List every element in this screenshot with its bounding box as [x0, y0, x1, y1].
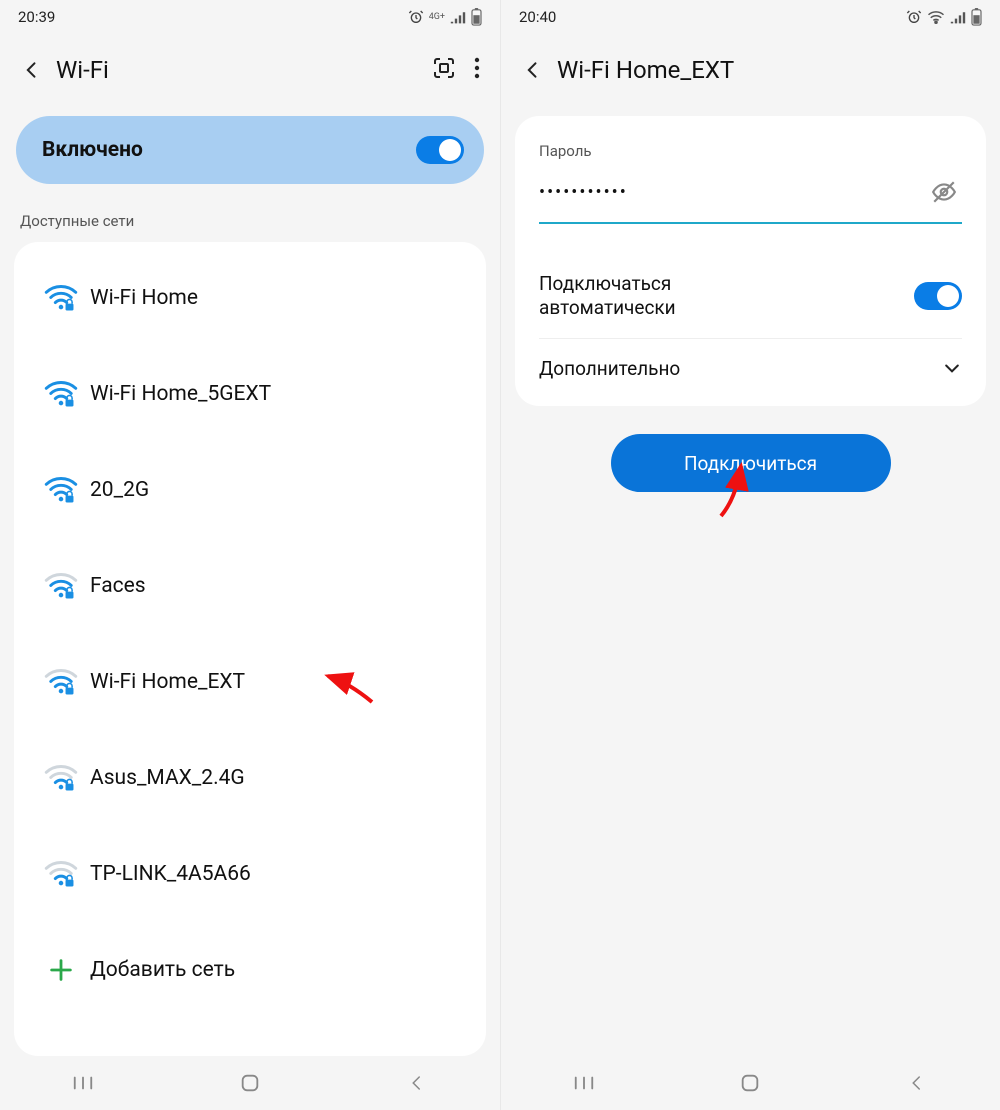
- status-time: 20:40: [519, 8, 556, 26]
- signal-icon: [450, 10, 466, 24]
- network-row[interactable]: Wi-Fi Home: [14, 250, 486, 346]
- screenshot-left: 20:39 4G+ Wi-Fi Включено Дост: [0, 0, 500, 1110]
- network-name: Wi-Fi Home: [90, 286, 468, 310]
- wifi-toggle[interactable]: [416, 136, 464, 164]
- more-options-button[interactable]: [474, 57, 480, 83]
- network-row[interactable]: TP-LINK_4A5A66: [14, 826, 486, 922]
- back-button[interactable]: [515, 52, 551, 88]
- page-title: Wi-Fi Home_EXT: [557, 56, 986, 84]
- networks-card: Wi-Fi Home Wi-Fi Home_5GEXT 20_2G Faces: [14, 242, 486, 1056]
- eye-off-icon: [931, 179, 957, 205]
- status-icons: [906, 8, 982, 26]
- network-name: TP-LINK_4A5A66: [90, 862, 468, 886]
- network-row[interactable]: Wi-Fi Home_5GEXT: [14, 346, 486, 442]
- advanced-row[interactable]: Дополнительно: [539, 339, 962, 399]
- status-bar: 20:40: [501, 0, 1000, 34]
- plus-icon: [32, 956, 90, 984]
- wifi-enabled-toggle-row[interactable]: Включено: [16, 116, 484, 184]
- wifi-icon: [32, 572, 90, 600]
- battery-icon: [471, 8, 482, 26]
- battery-icon: [971, 8, 982, 26]
- network-row[interactable]: Asus_MAX_2.4G: [14, 730, 486, 826]
- wifi-icon: [32, 668, 90, 696]
- chevron-left-icon: [22, 60, 42, 80]
- auto-connect-row[interactable]: Подключаться автоматически: [539, 254, 962, 338]
- status-bar: 20:39 4G+: [0, 0, 500, 34]
- connect-card: Пароль ••••••••••• Подключаться автомати…: [515, 116, 986, 406]
- status-icons: 4G+: [408, 8, 482, 26]
- network-row[interactable]: Faces: [14, 538, 486, 634]
- header: Wi-Fi Home_EXT: [501, 34, 1000, 106]
- wifi-icon: [32, 860, 90, 888]
- signal-icon: [950, 10, 966, 24]
- screenshot-right: 20:40 Wi-Fi Home_EXT Пароль ••••••••••• …: [500, 0, 1000, 1110]
- qr-icon: [432, 56, 456, 80]
- advanced-label: Дополнительно: [539, 357, 680, 381]
- nav-recents[interactable]: [43, 1074, 123, 1092]
- network-name: Wi-Fi Home_EXT: [90, 670, 468, 694]
- connect-button[interactable]: Подключиться: [611, 434, 891, 492]
- page-title: Wi-Fi: [56, 56, 432, 84]
- android-navbar: [0, 1056, 500, 1110]
- chevron-down-icon: [942, 358, 962, 378]
- qr-scan-button[interactable]: [432, 56, 456, 84]
- network-name: Asus_MAX_2.4G: [90, 766, 468, 790]
- password-field[interactable]: •••••••••••: [539, 160, 962, 224]
- network-name: 20_2G: [90, 478, 468, 502]
- back-button[interactable]: [14, 52, 50, 88]
- wifi-icon: [32, 764, 90, 792]
- nav-back[interactable]: [877, 1074, 957, 1092]
- alarm-icon: [906, 9, 922, 25]
- network-row[interactable]: 20_2G: [14, 442, 486, 538]
- add-network-label: Добавить сеть: [90, 958, 468, 982]
- network-row[interactable]: Wi-Fi Home_EXT: [14, 634, 486, 730]
- add-network-row[interactable]: Добавить сеть: [14, 922, 486, 1018]
- nav-home[interactable]: [210, 1072, 290, 1094]
- password-label: Пароль: [539, 142, 962, 160]
- wifi-icon: [32, 476, 90, 504]
- password-value: •••••••••••: [539, 182, 926, 203]
- header: Wi-Fi: [0, 34, 500, 106]
- network-name: Faces: [90, 574, 468, 598]
- nav-recents[interactable]: [544, 1074, 624, 1092]
- wifi-icon: [32, 380, 90, 408]
- available-networks-label: Доступные сети: [0, 184, 500, 242]
- status-time: 20:39: [18, 8, 55, 26]
- wifi-status-icon: [927, 10, 945, 24]
- toggle-password-visibility[interactable]: [926, 174, 962, 210]
- android-navbar: [501, 1056, 1000, 1110]
- network-type-label: 4G+: [429, 13, 445, 22]
- wifi-icon: [32, 284, 90, 312]
- auto-connect-toggle[interactable]: [914, 282, 962, 310]
- nav-home[interactable]: [710, 1072, 790, 1094]
- more-vertical-icon: [474, 57, 480, 79]
- wifi-enabled-label: Включено: [42, 138, 143, 162]
- connect-button-label: Подключиться: [684, 452, 817, 475]
- alarm-icon: [408, 9, 424, 25]
- network-name: Wi-Fi Home_5GEXT: [90, 382, 468, 406]
- nav-back[interactable]: [377, 1074, 457, 1092]
- auto-connect-label: Подключаться автоматически: [539, 272, 676, 320]
- chevron-left-icon: [523, 60, 543, 80]
